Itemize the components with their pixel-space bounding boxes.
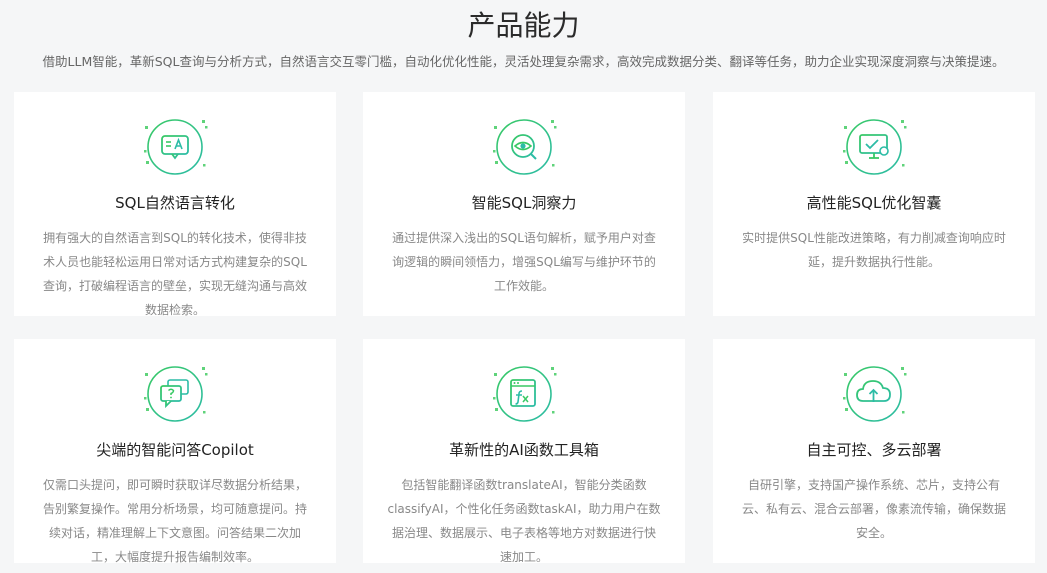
card-title: SQL自然语言转化 — [115, 194, 235, 212]
capability-card-ai-functions: 革新性的AI函数工具箱 包括智能翻译函数translateAI，智能分类函数cl… — [363, 339, 685, 564]
capability-card-sql-insight: 智能SQL洞察力 通过提供深入浅出的SQL语句解析，赋予用户对查询逻辑的瞬间领悟… — [363, 92, 685, 316]
qa-chat-icon — [142, 361, 208, 427]
section-title: 产品能力 — [467, 9, 580, 42]
capability-card-sql-optimization: 高性能SQL优化智囊 实时提供SQL性能改进策略，有力削减查询响应时延，提升数据… — [713, 92, 1035, 316]
eye-insight-icon — [491, 114, 557, 180]
capability-card-nl-to-sql: SQL自然语言转化 拥有强大的自然语言到SQL的转化技术，使得非技术人员也能轻松… — [14, 92, 336, 317]
card-title: 革新性的AI函数工具箱 — [449, 441, 599, 459]
card-title: 高性能SQL优化智囊 — [806, 194, 942, 212]
capability-card-copilot: 尖端的智能问答Copilot 仅需口头提问，即可瞬时获取详尽数据分析结果，告别繁… — [14, 339, 336, 564]
capability-card-multi-cloud: 自主可控、多云部署 自研引擎，支持国产操作系统、芯片，支持公有云、私有云、混合云… — [713, 339, 1035, 563]
card-title: 尖端的智能问答Copilot — [96, 441, 254, 459]
card-description: 拥有强大的自然语言到SQL的转化技术，使得非技术人员也能轻松运用日常对话方式构建… — [42, 231, 307, 317]
monitor-optimize-icon — [841, 114, 907, 180]
card-description: 自研引擎，支持国产操作系统、芯片，支持公有云、私有云、混合云部署，像素流传输，确… — [741, 478, 1006, 540]
card-title: 自主可控、多云部署 — [806, 441, 942, 459]
cloud-upload-icon — [841, 361, 907, 427]
card-title: 智能SQL洞察力 — [471, 194, 577, 212]
section-subtitle: 借助LLM智能，革新SQL查询与分析方式，自然语言交互零门槛，自动化优化性能，灵… — [42, 54, 1005, 69]
card-description: 通过提供深入浅出的SQL语句解析，赋予用户对查询逻辑的瞬间领悟力，增强SQL编写… — [392, 231, 656, 293]
card-description: 包括智能翻译函数translateAI，智能分类函数classifyAI，个性化… — [387, 478, 661, 564]
function-fx-icon — [491, 361, 557, 427]
chat-translate-icon — [142, 114, 208, 180]
card-description: 实时提供SQL性能改进策略，有力削减查询响应时延，提升数据执行性能。 — [742, 231, 1006, 269]
card-description: 仅需口头提问，即可瞬时获取详尽数据分析结果，告别繁复操作。常用分析场景，均可随意… — [42, 478, 307, 564]
